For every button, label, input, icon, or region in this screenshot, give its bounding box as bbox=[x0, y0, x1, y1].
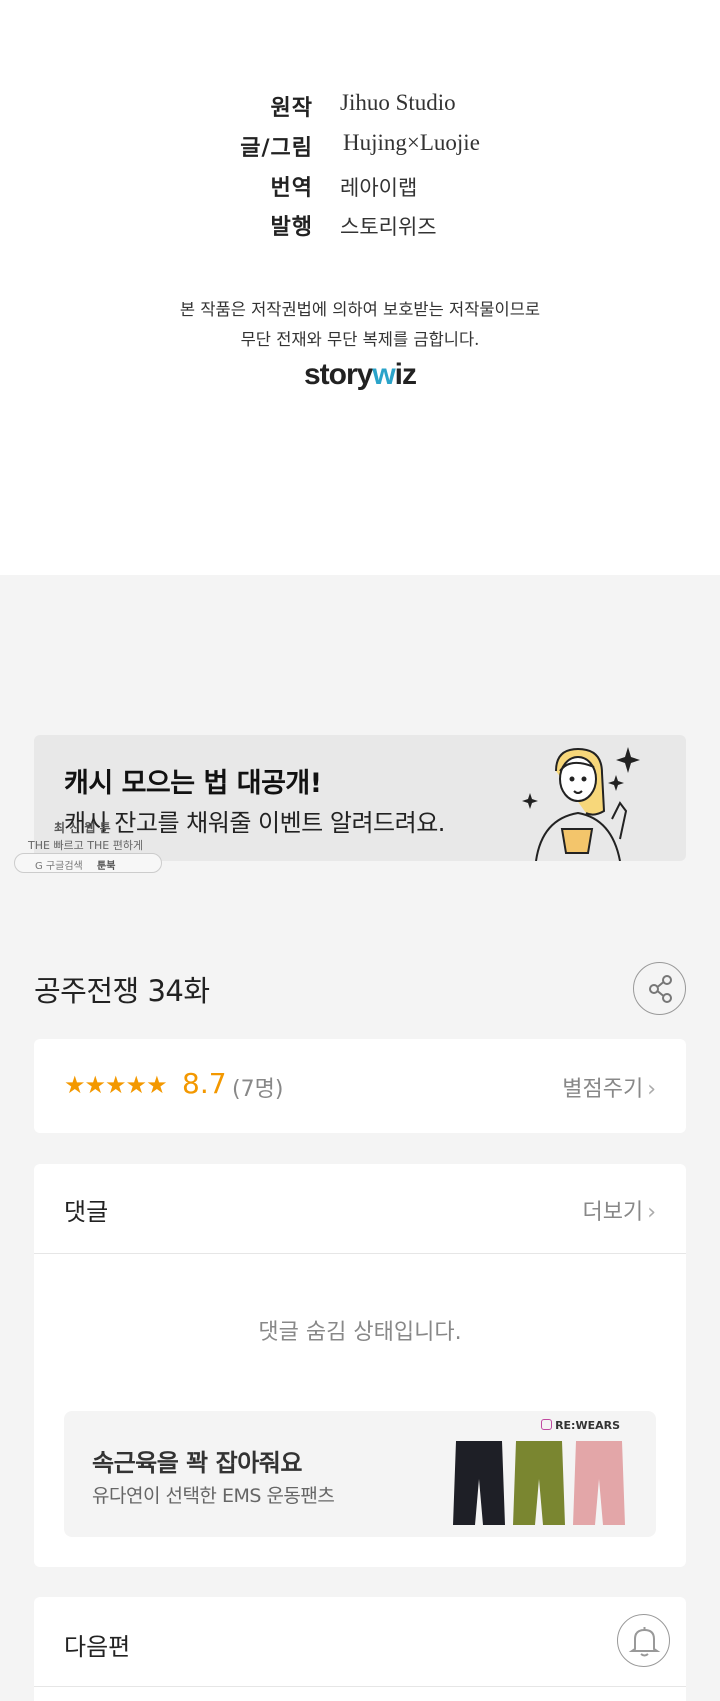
credit-value: 스토리위즈 bbox=[340, 215, 437, 239]
ad-title: 속근육을 꽉 잡아줘요 bbox=[92, 1449, 302, 1477]
logo-text: story bbox=[303, 358, 373, 391]
chevron-right-icon: › bbox=[647, 1200, 656, 1225]
rating-card: ★★★★★ 8.7 (7명) 별점주기 › bbox=[34, 1039, 686, 1133]
bell-icon bbox=[628, 1627, 661, 1657]
ad-brand-text: RE:WEARS bbox=[555, 1419, 620, 1432]
storywiz-logo: storywiz bbox=[0, 358, 720, 392]
share-icon bbox=[649, 975, 672, 1003]
logo-text: iz bbox=[394, 358, 417, 391]
credit-row-story-art: 글/그림 Hujing×Luojie bbox=[0, 130, 720, 166]
comments-more-link[interactable]: 더보기 › bbox=[582, 1194, 656, 1226]
credit-value: Jihuo Studio bbox=[340, 90, 456, 115]
copyright-line: 무단 전재와 무단 복제를 금합니다. bbox=[240, 330, 480, 349]
watermark-text: THE 빠르고 THE 편하게 bbox=[28, 839, 144, 852]
credit-value: 레아이랩 bbox=[340, 176, 418, 200]
pants-olive-image bbox=[513, 1441, 565, 1525]
episode-title: 공주전쟁 34화 bbox=[34, 974, 210, 1008]
ad-brand-logo: RE:WEARS bbox=[541, 1419, 620, 1432]
credit-value: Hujing×Luojie bbox=[343, 130, 480, 155]
credit-row-translation: 번역 레아이랩 bbox=[0, 170, 720, 206]
rating-count: (7명) bbox=[232, 1077, 284, 1102]
brand-mark-icon bbox=[541, 1419, 553, 1430]
more-link-label: 더보기 bbox=[582, 1200, 644, 1225]
copyright-notice: 본 작품은 저작권법에 의하여 보호받는 저작물이므로 무단 전재와 무단 복제… bbox=[0, 295, 720, 355]
toonbook-text: 툰북 bbox=[97, 861, 116, 872]
notification-button[interactable] bbox=[617, 1614, 670, 1667]
logo-text-accent: w bbox=[372, 358, 395, 391]
google-search-text: G 구글검색 bbox=[35, 861, 83, 872]
credit-row-original: 원작 Jihuo Studio bbox=[0, 90, 720, 126]
share-button[interactable] bbox=[633, 962, 686, 1015]
pants-black-image bbox=[453, 1441, 505, 1525]
banner-title: 캐시 모으는 법 대공개! bbox=[64, 768, 322, 799]
ad-subtitle: 유다연이 선택한 EMS 운동팬츠 bbox=[92, 1485, 335, 1507]
rate-button-label: 별점주기 bbox=[562, 1077, 644, 1102]
rate-button[interactable]: 별점주기 › bbox=[562, 1071, 656, 1103]
divider bbox=[34, 1686, 686, 1687]
next-episode-label: 다음편 bbox=[64, 1633, 131, 1661]
next-episode-card[interactable]: 다음편 bbox=[34, 1597, 686, 1701]
credit-label: 발행 bbox=[270, 215, 313, 240]
rating-stars-icon: ★★★★★ bbox=[64, 1071, 168, 1099]
ad-banner[interactable]: 속근육을 꽉 잡아줘요 유다연이 선택한 EMS 운동팬츠 RE:WEARS bbox=[64, 1411, 656, 1537]
pants-pink-image bbox=[573, 1441, 625, 1525]
watermark-pill: G 구글검색 툰북 bbox=[14, 853, 162, 873]
comments-heading: 댓글 bbox=[64, 1198, 109, 1226]
credit-label: 번역 bbox=[270, 176, 313, 201]
credit-row-publisher: 발행 스토리위즈 bbox=[0, 209, 720, 245]
comments-card: 댓글 더보기 › 댓글 숨김 상태입니다. 속근육을 꽉 잡아줘요 유다연이 선택… bbox=[34, 1164, 686, 1567]
rating-value: 8.7 bbox=[182, 1067, 227, 1100]
divider bbox=[34, 1253, 686, 1254]
comments-hidden-message: 댓글 숨김 상태입니다. bbox=[258, 1320, 462, 1345]
copyright-line: 본 작품은 저작권법에 의하여 보호받는 저작물이므로 bbox=[179, 300, 541, 319]
credit-label: 원작 bbox=[270, 96, 313, 121]
chevron-right-icon: › bbox=[647, 1077, 656, 1102]
watermark-text: 최 신 웹 툰 bbox=[54, 821, 111, 835]
site-watermark: 최 신 웹 툰 THE 빠르고 THE 편하게 G 구글검색 툰북 bbox=[14, 815, 162, 875]
credits-section: 원작 Jihuo Studio 글/그림 Hujing×Luojie 번역 레아… bbox=[0, 0, 720, 575]
credit-label: 글/그림 bbox=[240, 136, 313, 161]
girl-with-card-illustration bbox=[522, 747, 640, 861]
